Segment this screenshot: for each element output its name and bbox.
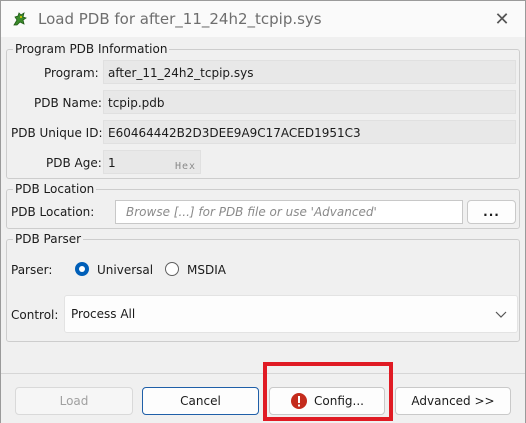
pdb-name-field: tcpip.pdb	[103, 90, 516, 114]
close-icon: ✕	[494, 8, 510, 29]
load-label: Load	[59, 394, 89, 408]
browse-label: ...	[483, 205, 500, 219]
config-label: Config...	[314, 394, 364, 408]
config-button[interactable]: Config...	[269, 387, 385, 415]
universal-label: Universal	[97, 263, 154, 277]
pdb-location-label: PDB Location:	[11, 205, 95, 219]
cancel-label: Cancel	[180, 394, 221, 408]
error-icon	[291, 393, 308, 409]
group-legend: PDB Location	[13, 182, 97, 196]
msdia-label: MSDIA	[187, 263, 226, 277]
cancel-button[interactable]: Cancel	[142, 387, 259, 415]
pdb-location-input[interactable]	[115, 200, 463, 224]
advanced-label: Advanced >>	[411, 394, 495, 408]
radio-universal[interactable]	[75, 262, 89, 276]
control-label: Control:	[11, 308, 59, 322]
pdb-age-label: PDB Age:	[46, 156, 102, 170]
radio-msdia[interactable]	[165, 262, 179, 276]
advanced-button[interactable]: Advanced >>	[395, 387, 511, 415]
hex-suffix: Hex	[174, 161, 196, 172]
group-legend: Program PDB Information	[13, 42, 170, 56]
parser-label: Parser:	[11, 263, 53, 277]
chevron-down-icon	[495, 311, 507, 318]
load-button[interactable]: Load	[15, 387, 133, 415]
browse-button[interactable]: ...	[467, 200, 516, 224]
program-label: Program:	[44, 66, 99, 80]
pdb-age-field: 1 Hex	[103, 150, 201, 174]
program-field: after_11_24h2_tcpip.sys	[103, 60, 516, 84]
pdb-unique-id-label: PDB Unique ID:	[11, 126, 103, 140]
pdb-name-label: PDB Name:	[34, 96, 102, 110]
window-title: Load PDB for after_11_24h2_tcpip.sys	[38, 10, 322, 28]
control-select[interactable]: Process All	[64, 295, 518, 333]
group-legend: PDB Parser	[13, 232, 84, 246]
close-button[interactable]: ✕	[489, 7, 515, 31]
pdb-unique-id-field: E60464442B2D3DEE9A9C17ACED1951C3	[103, 120, 516, 144]
pdb-age-value: 1	[108, 156, 116, 170]
control-value: Process All	[71, 307, 136, 321]
dragon-icon	[13, 12, 27, 26]
load-pdb-dialog: Load PDB for after_11_24h2_tcpip.sys ✕ P…	[0, 0, 526, 423]
title-bar: Load PDB for after_11_24h2_tcpip.sys ✕	[1, 1, 525, 37]
